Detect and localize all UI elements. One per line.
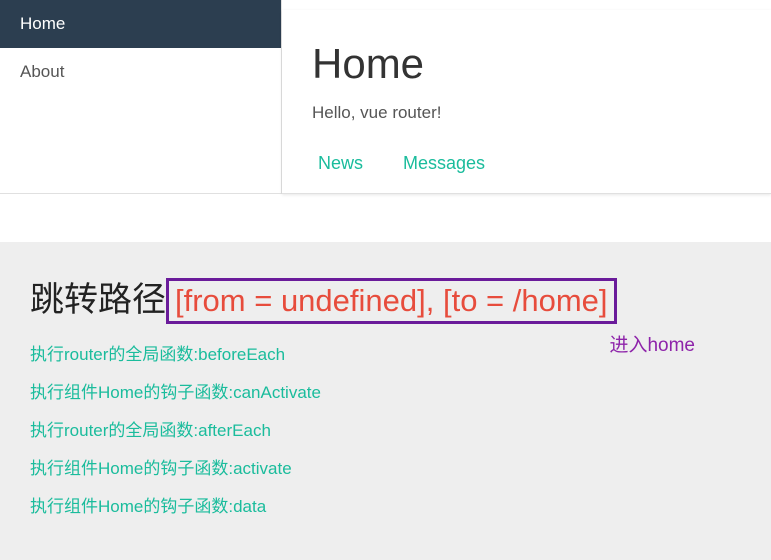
tabs: News Messages [282, 153, 771, 194]
log-item: 执行router的全局函数:afterEach [30, 416, 741, 441]
log-item: 执行组件Home的钩子函数:activate [30, 454, 741, 479]
tab-label: Messages [403, 153, 485, 173]
enter-label: 进入home [609, 330, 695, 357]
page-title: Home [282, 40, 771, 103]
tab-label: News [318, 153, 363, 173]
sidebar: Home About [0, 0, 282, 194]
main-content: Home Hello, vue router! News Messages [282, 10, 771, 194]
heading-row: 跳转路径 [from = undefined], [to = /home] [30, 272, 741, 324]
greeting-text: Hello, vue router! [282, 103, 771, 153]
log-list: 执行router的全局函数:beforeEach 执行组件Home的钩子函数:c… [30, 340, 741, 517]
tab-news[interactable]: News [318, 153, 363, 178]
log-item: 执行组件Home的钩子函数:canActivate [30, 378, 741, 403]
sidebar-item-home[interactable]: Home [0, 0, 281, 48]
log-item: 执行组件Home的钩子函数:data [30, 492, 741, 517]
top-section: Home About Home Hello, vue router! News … [0, 0, 771, 194]
tab-messages[interactable]: Messages [403, 153, 485, 178]
section-heading: 跳转路径 [30, 272, 166, 321]
bottom-section: 跳转路径 [from = undefined], [to = /home] 进入… [0, 242, 771, 560]
sidebar-item-label: Home [20, 14, 65, 33]
sidebar-item-label: About [20, 62, 64, 81]
sidebar-item-about[interactable]: About [0, 48, 281, 96]
route-info-box: [from = undefined], [to = /home] [166, 278, 617, 324]
